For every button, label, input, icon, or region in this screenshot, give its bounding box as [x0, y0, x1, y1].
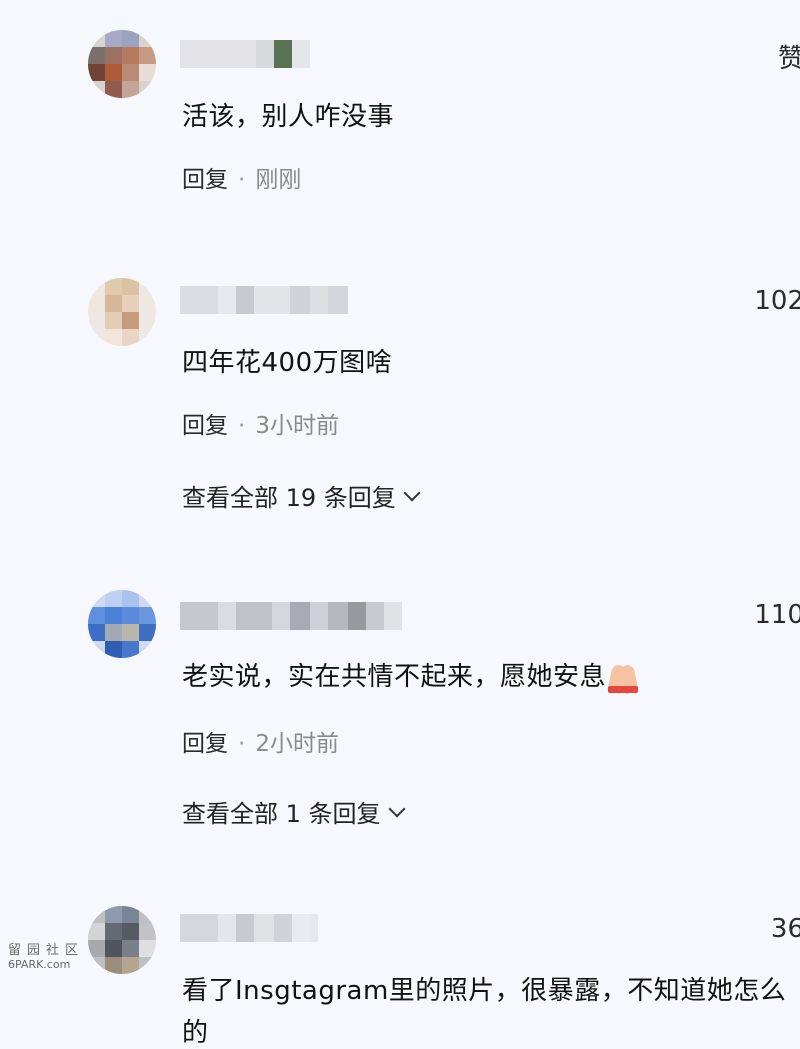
comment-time: 3小时前 — [255, 413, 339, 439]
comment-meta: 回复 · 2小时前 — [182, 724, 339, 758]
like-count[interactable]: 赞 — [778, 38, 800, 75]
chevron-down-icon — [388, 800, 406, 817]
comment-text-line2: 的 — [182, 1018, 209, 1048]
reply-button[interactable]: 回复 — [182, 167, 228, 193]
view-all-replies-label: 查看全部 1 条回复 — [182, 800, 381, 828]
avatar[interactable] — [88, 278, 156, 346]
username-blurred[interactable] — [180, 40, 310, 68]
avatar[interactable] — [88, 590, 156, 658]
comment-text: 老实说，实在共情不起来，愿她安息 — [182, 656, 640, 694]
comment-text: 四年花400万图啥 — [182, 348, 393, 378]
reply-button[interactable]: 回复 — [182, 731, 228, 757]
watermark: 留园社区 6PARK.com — [8, 944, 88, 972]
username-blurred[interactable] — [180, 602, 402, 630]
username-blurred[interactable] — [180, 286, 348, 314]
comment-text: 活该，别人咋没事 — [182, 102, 395, 132]
watermark-line2: 6PARK.com — [8, 958, 71, 971]
comment-meta: 回复 · 刚刚 — [182, 160, 301, 194]
like-count[interactable]: 102 — [754, 286, 800, 316]
like-count[interactable]: 110 — [754, 600, 800, 630]
comment-time: 2小时前 — [255, 731, 339, 757]
separator-dot: · — [238, 413, 246, 439]
comment-item: 赞 活该，别人咋没事 回复 · 刚刚 — [0, 0, 800, 230]
chevron-down-icon — [403, 484, 421, 501]
avatar[interactable] — [88, 30, 156, 98]
like-count[interactable]: 36 — [771, 914, 800, 944]
separator-dot: · — [238, 167, 246, 193]
comment-time: 刚刚 — [255, 167, 302, 193]
avatar[interactable] — [88, 906, 156, 974]
comment-text-content: 老实说，实在共情不起来，愿她安息 — [182, 662, 607, 692]
comment-meta: 回复 · 3小时前 — [182, 406, 339, 440]
view-all-replies-label: 查看全部 19 条回复 — [182, 484, 396, 512]
separator-dot: · — [238, 731, 246, 757]
watermark-line1: 留园社区 — [8, 943, 85, 958]
username-blurred[interactable] — [180, 914, 318, 942]
folded-hands-emoji — [606, 663, 640, 694]
view-all-replies-button[interactable]: 查看全部 1 条回复 — [182, 794, 406, 829]
view-all-replies-button[interactable]: 查看全部 19 条回复 — [182, 478, 421, 513]
comment-text: 看了Insgtagram里的照片，很暴露，不知道她怎么 — [182, 976, 787, 1006]
reply-button[interactable]: 回复 — [182, 413, 228, 439]
